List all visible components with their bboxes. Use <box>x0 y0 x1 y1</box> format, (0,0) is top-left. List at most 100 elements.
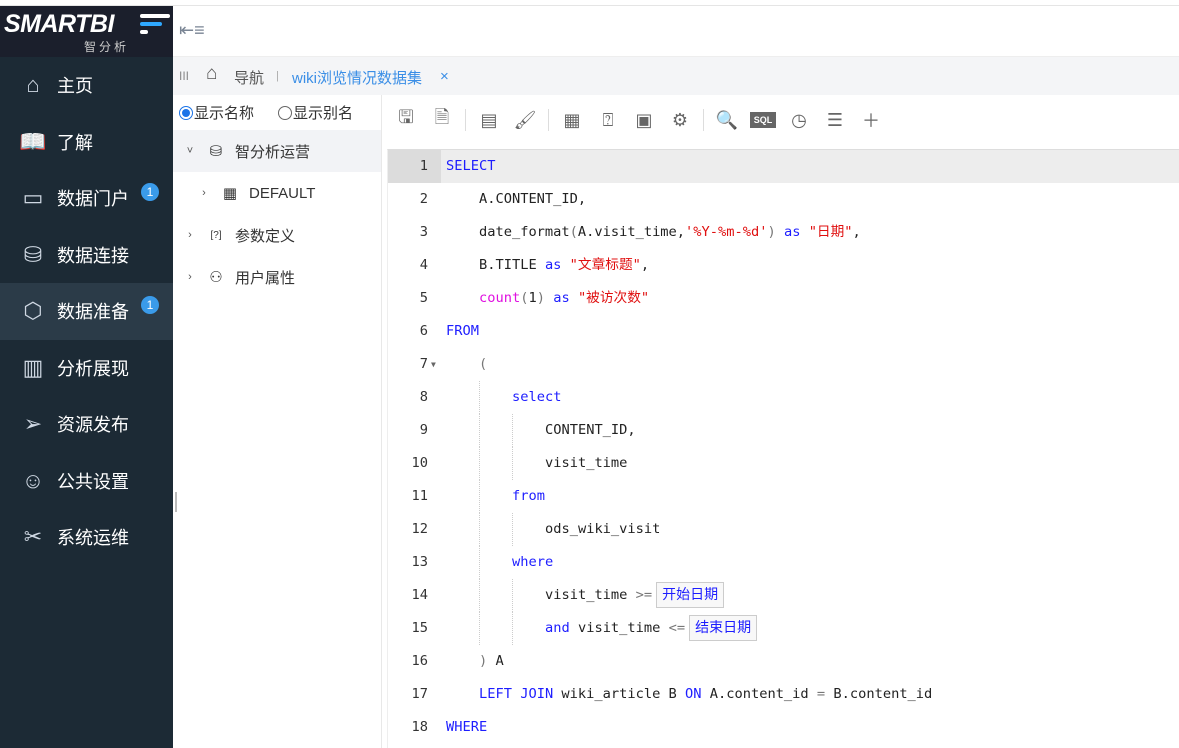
chevron-down-icon[interactable]: ˅ <box>183 145 197 157</box>
code-line: 17LEFT JOIN wiki_article B ON A.content_… <box>388 678 1179 711</box>
code-line: 1SELECT <box>388 150 1179 183</box>
sidebar-item-5[interactable]: ▥分析展现 <box>0 340 173 397</box>
code-line: 4B.TITLE as "文章标题", <box>388 249 1179 282</box>
code-token: ) <box>537 290 545 306</box>
code-text: select <box>512 381 561 414</box>
collapse-menu-icon[interactable]: ⇤≡ <box>179 20 205 41</box>
code-line: 16) A <box>388 645 1179 678</box>
sidebar-item-0[interactable]: ⌂ 主页 <box>0 57 173 114</box>
code-text: visit_time <box>545 447 627 480</box>
indent-guide <box>479 414 480 447</box>
add-icon[interactable]: ＋ <box>858 107 884 133</box>
code-token: B.TITLE <box>479 257 545 273</box>
chevron-right-icon[interactable]: › <box>183 271 197 283</box>
parameter-chip[interactable]: 结束日期 <box>689 615 757 641</box>
code-line: 10visit_time <box>388 447 1179 480</box>
tree-node-label: 智分析运营 <box>235 141 310 162</box>
layout-icon[interactable]: ▤ <box>476 107 502 133</box>
sidebar-item-6[interactable]: ➢资源发布 <box>0 396 173 453</box>
code-line: 5count(1) as "被访次数" <box>388 282 1179 315</box>
search-icon[interactable]: 🔍 <box>714 107 740 133</box>
radio-show-name-label[interactable]: 显示名称 <box>194 102 254 123</box>
radio-show-alias[interactable] <box>278 106 292 120</box>
code-token: A.visit_time, <box>578 224 685 240</box>
tree-node[interactable]: ›⚇用户属性 <box>173 256 381 298</box>
code-token: 1 <box>528 290 536 306</box>
toolbar-separator <box>703 109 704 131</box>
indent-guide <box>479 612 480 645</box>
resource-tree-panel: 显示名称 显示别名 ˅⛁智分析运营›▦DEFAULT›[?]参数定义›⚇用户属性 <box>173 95 382 748</box>
home-icon: ⌂ <box>206 63 217 85</box>
code-token: ON <box>685 686 701 702</box>
sort-icon[interactable]: ☰ <box>822 107 848 133</box>
sidebar-item-7[interactable]: ☺公共设置 <box>0 453 173 510</box>
indent-guide <box>479 480 480 513</box>
excel-icon[interactable]: ▣ <box>631 107 657 133</box>
sidebar-item-label: 主页 <box>57 72 93 98</box>
sidebar-item-4[interactable]: ⬡数据准备1 <box>0 283 173 340</box>
code-token: >= <box>636 587 652 603</box>
sql-editor[interactable]: 1SELECT2A.CONTENT_ID,3date_format(A.visi… <box>387 149 1179 748</box>
code-token: LEFT <box>479 686 512 702</box>
code-line: 11from <box>388 480 1179 513</box>
drag-handle-icon[interactable]: III <box>179 69 189 83</box>
chevron-right-icon[interactable]: › <box>197 187 211 199</box>
code-token: A.content_id <box>702 686 817 702</box>
sidebar-item-label: 数据连接 <box>57 242 129 268</box>
sidebar-item-3[interactable]: ⛁数据连接 <box>0 227 173 284</box>
indent-guide <box>512 612 513 645</box>
code-line: 6FROM <box>388 315 1179 348</box>
tree-node[interactable]: ˅⛁智分析运营 <box>173 130 381 172</box>
notification-badge: 1 <box>141 183 159 201</box>
code-token: as <box>553 290 569 306</box>
parameter-chip[interactable]: 开始日期 <box>656 582 724 608</box>
tab-close-icon[interactable]: × <box>440 68 449 85</box>
code-text: CONTENT_ID, <box>545 414 636 447</box>
sidebar-item-1[interactable]: 📖了解 <box>0 114 173 171</box>
sidebar-item-8[interactable]: ✂系统运维 <box>0 509 173 566</box>
save-icon[interactable]: 🖫 <box>393 107 419 133</box>
sidebar-item-label: 资源发布 <box>57 411 129 437</box>
radio-show-alias-label[interactable]: 显示别名 <box>293 102 353 123</box>
save-as-icon[interactable]: 🗎 <box>429 107 455 133</box>
home-icon: ⌂ <box>20 72 46 98</box>
chevron-right-icon[interactable]: › <box>183 229 197 241</box>
code-token <box>800 224 808 240</box>
code-text: and visit_time <=结束日期 <box>545 612 757 645</box>
indent-guide <box>512 579 513 612</box>
fold-arrow-icon[interactable]: ▼ <box>431 348 436 381</box>
code-token: ) <box>479 653 487 669</box>
indent-guide <box>512 414 513 447</box>
code-token: JOIN <box>520 686 553 702</box>
panel-resize-handle[interactable] <box>175 492 177 512</box>
code-line: 7▼( <box>388 348 1179 381</box>
tree-node[interactable]: ›▦DEFAULT <box>173 172 381 214</box>
line-number: 16 <box>388 645 428 678</box>
sidebar-item-2[interactable]: ▭数据门户1 <box>0 170 173 227</box>
sql-icon[interactable]: SQL <box>750 112 776 128</box>
tab-navigation[interactable]: 导航 <box>234 67 264 88</box>
logo: SMARTBI 智分析 <box>0 6 173 57</box>
code-text: WHERE <box>446 711 487 744</box>
code-line: 12ods_wiki_visit <box>388 513 1179 546</box>
tree-node[interactable]: ›[?]参数定义 <box>173 214 381 256</box>
table-icon[interactable]: ▦ <box>559 107 585 133</box>
code-token: FROM <box>446 323 479 339</box>
code-token: "文章标题" <box>570 257 641 273</box>
top-bar: ⇤≡ <box>173 6 1179 57</box>
code-token: , <box>853 224 861 240</box>
radio-show-name[interactable] <box>179 106 193 120</box>
user-attribute-icon: ⚇ <box>205 267 227 287</box>
param-icon[interactable]: ⍰ <box>595 107 621 133</box>
clock-icon[interactable]: ◷ <box>786 107 812 133</box>
clear-brush-icon[interactable]: 🖌 <box>512 107 538 133</box>
parameter-icon: [?] <box>205 225 227 245</box>
code-token: wiki_article B <box>553 686 685 702</box>
settings-icon[interactable]: ⚙ <box>667 107 693 133</box>
tab-active-dataset[interactable]: wiki浏览情况数据集 <box>292 67 422 88</box>
monitor-icon: ▭ <box>20 185 46 211</box>
code-token: "被访次数" <box>578 290 649 306</box>
sidebar-item-label: 公共设置 <box>57 468 129 494</box>
tab-bar: III ⌂ 导航 | wiki浏览情况数据集 × <box>173 57 1179 95</box>
line-number: 14 <box>388 579 428 612</box>
